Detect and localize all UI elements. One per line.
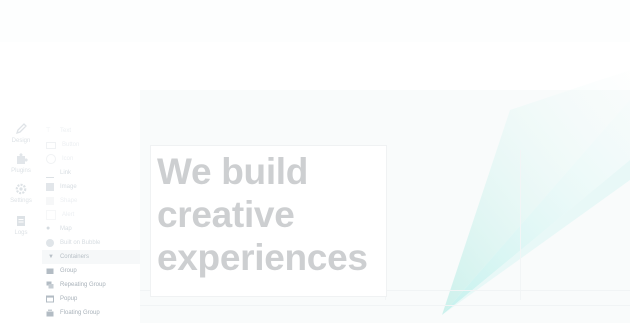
panel-item-label: Alert [62,212,75,218]
hero-line-1: We build [157,151,309,192]
rail-item-settings[interactable]: Settings [4,182,38,204]
link-icon [46,169,54,178]
panel-item-label: Repeating Group [60,282,106,288]
panel-item-alert[interactable]: Alert [42,208,140,222]
panel-item-label: Button [62,142,80,148]
popup-icon [46,295,54,303]
containers-section-header[interactable]: ▼ Containers [42,250,140,264]
rail-item-label: Plugins [11,168,31,174]
panel-item-button[interactable]: Button [42,138,140,152]
panel-item-image[interactable]: Image [42,180,140,194]
panel-item-link[interactable]: Link [42,166,140,180]
panel-item-label: Built on Bubble [60,240,101,246]
map-pin-icon: ● [46,225,51,232]
panel-item-floating-group[interactable]: Floating Group [42,306,140,320]
rail-item-design[interactable]: Design [4,122,38,144]
hero-heading[interactable]: We build creative experiences [157,150,417,279]
caret-down-icon: ▼ [48,254,54,260]
shape-icon [46,197,54,205]
panel-item-label: Link [60,170,72,176]
panel-item-group[interactable]: Group [42,264,140,278]
left-rail: Design Plugins Settings Logs [0,70,40,323]
icon-icon [46,154,56,164]
panel-item-label: Text [60,128,72,134]
hero-line-3: experiences [157,237,368,278]
rail-item-logs[interactable]: Logs [4,214,38,236]
panel-item-repeating-group[interactable]: Repeating Group [42,278,140,292]
panel-item-label: Map [60,226,72,232]
alert-icon [46,210,56,220]
puzzle-icon [17,153,28,164]
file-icon [17,216,25,226]
rail-item-label: Design [11,138,31,144]
text-icon: T [46,127,51,134]
containers-heading: Containers [59,254,89,260]
decorative-rays [442,70,630,315]
panel-item-icon[interactable]: Icon [42,152,140,166]
panel-item-label: Shape [60,198,78,204]
panel-item-label: Group [60,268,77,274]
button-icon [46,141,56,149]
rail-item-plugins[interactable]: Plugins [4,152,38,174]
panel-item-text[interactable]: T Text [42,124,140,138]
top-bar [0,0,630,42]
bubble-icon [46,239,54,247]
panel-item-label: Image [60,184,77,190]
panel-item-built-on-bubble[interactable]: Built on Bubble [42,236,140,250]
panel-item-label: Icon [62,156,74,162]
floating-group-icon [46,309,54,317]
rail-item-label: Settings [10,198,32,204]
image-icon [46,183,54,191]
repeating-group-icon [46,281,54,289]
canvas-guide [140,305,630,306]
panel-item-popup[interactable]: Popup [42,292,140,306]
panel-item-map[interactable]: ● Map [42,222,140,236]
hero-line-2: creative [157,194,295,235]
canvas-guide [520,150,521,300]
panel-item-label: Floating Group [60,310,100,316]
panel-item-label: Popup [60,296,78,302]
pen-icon [15,123,27,135]
editor-screen: Design Plugins Settings Logs T Text Butt… [0,0,630,323]
panel-item-shape[interactable]: Shape [42,194,140,208]
group-icon [46,268,54,274]
rail-item-label: Logs [14,230,28,236]
gear-icon [15,183,27,195]
